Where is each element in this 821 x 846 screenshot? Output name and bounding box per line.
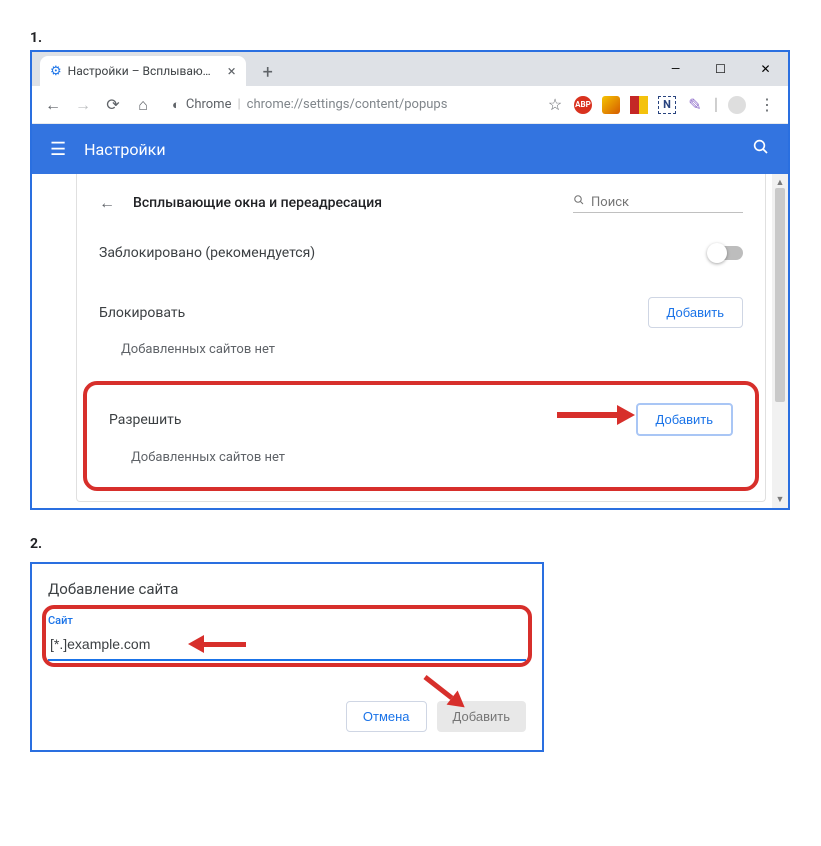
block-section-label: Блокировать [99, 305, 185, 321]
allow-section-label: Разрешить [109, 412, 182, 428]
address-bar[interactable]: ◐ Chrome | chrome://settings/content/pop… [162, 91, 536, 119]
annotation-arrow [188, 635, 246, 653]
browser-window: ⚙ Настройки – Всплывающие окн × + — ☐ ✕ … [30, 50, 790, 510]
content-area: ← Всплывающие окна и переадресация Поиск… [32, 174, 788, 508]
no-allow-sites: Добавленных сайтов нет [87, 436, 755, 485]
search-icon [573, 194, 585, 210]
extension-icons: ABP N ✎ ┃ ⋮ [574, 95, 778, 114]
window-titlebar: ⚙ Настройки – Всплывающие окн × + — ☐ ✕ [32, 52, 788, 86]
blocked-toggle-row: Заблокировано (рекомендуется) [77, 223, 765, 283]
kebab-menu-icon[interactable]: ⋮ [756, 95, 778, 114]
browser-tab[interactable]: ⚙ Настройки – Всплывающие окн × [40, 56, 246, 86]
scroll-track[interactable] [772, 188, 788, 494]
close-icon[interactable]: × [228, 62, 236, 80]
feather-icon[interactable]: ✎ [686, 96, 704, 114]
home-icon[interactable]: ⌂ [132, 95, 154, 115]
back-arrow-icon[interactable]: ← [99, 193, 115, 213]
blocked-toggle[interactable] [709, 246, 743, 260]
block-section: Блокировать Добавить [77, 283, 765, 328]
hamburger-icon[interactable]: ☰ [50, 139, 66, 160]
back-icon[interactable]: ← [42, 95, 64, 115]
url-path: chrome://settings/content/popups [247, 97, 448, 112]
allow-section-highlight: Разрешить Добавить Добавленных сайтов не… [83, 381, 759, 491]
site-info-icon[interactable]: ◐ [172, 97, 180, 113]
section-heading: Всплывающие окна и переадресация [133, 195, 555, 211]
ext-icon-2[interactable] [602, 96, 620, 114]
no-block-sites: Добавленных сайтов нет [77, 328, 765, 377]
forward-icon[interactable]: → [72, 95, 94, 115]
app-header: ☰ Настройки [32, 124, 788, 174]
add-allow-button[interactable]: Добавить [636, 403, 733, 436]
settings-panel: ← Всплывающие окна и переадресация Поиск… [76, 174, 766, 502]
section-search[interactable]: Поиск [573, 192, 743, 213]
close-window-button[interactable]: ✕ [743, 54, 788, 84]
search-icon[interactable] [752, 138, 770, 161]
annotation-arrow [557, 405, 635, 425]
section-search-placeholder: Поиск [591, 195, 629, 210]
url-scheme: Chrome [186, 97, 232, 112]
allow-section: Разрешить Добавить [87, 385, 755, 436]
section-header: ← Всплывающие окна и переадресация Поиск [77, 174, 765, 223]
dialog-title: Добавление сайта [48, 580, 526, 598]
url-separator: | [237, 97, 240, 112]
abp-icon[interactable]: ABP [574, 96, 592, 114]
scrollbar[interactable]: ▲ ▼ [772, 174, 788, 508]
gear-icon: ⚙ [50, 64, 62, 79]
tab-title: Настройки – Всплывающие окн [68, 64, 218, 78]
add-block-button[interactable]: Добавить [648, 297, 743, 328]
toolbar: ← → ⟳ ⌂ ◐ Chrome | chrome://settings/con… [32, 86, 788, 124]
add-site-dialog: Добавление сайта Сайт Отмена Добавить [30, 562, 544, 752]
site-field-label: Сайт [48, 614, 526, 627]
step-2-label: 2. [30, 536, 791, 552]
scroll-down-icon[interactable]: ▼ [776, 494, 785, 505]
dialog-actions: Отмена Добавить [48, 701, 526, 732]
site-input-wrap [48, 629, 526, 661]
reload-icon[interactable]: ⟳ [102, 95, 124, 114]
scroll-thumb[interactable] [775, 188, 785, 402]
new-tab-button[interactable]: + [254, 58, 282, 86]
maximize-button[interactable]: ☐ [698, 54, 743, 84]
separator-icon: ┃ [714, 96, 718, 114]
toggle-knob [707, 243, 727, 263]
minimize-button[interactable]: — [653, 54, 698, 84]
window-controls: — ☐ ✕ [653, 52, 788, 86]
site-input[interactable] [48, 629, 526, 661]
step-1-label: 1. [30, 30, 791, 46]
star-icon[interactable]: ☆ [544, 95, 566, 114]
cancel-button[interactable]: Отмена [346, 701, 427, 732]
app-title: Настройки [84, 140, 165, 159]
ext-icon-3[interactable] [630, 96, 648, 114]
blocked-label: Заблокировано (рекомендуется) [99, 245, 315, 261]
profile-icon[interactable] [728, 96, 746, 114]
scroll-up-icon[interactable]: ▲ [776, 177, 785, 188]
ext-icon-4[interactable]: N [658, 96, 676, 114]
tab-strip: ⚙ Настройки – Всплывающие окн × + [32, 52, 282, 86]
